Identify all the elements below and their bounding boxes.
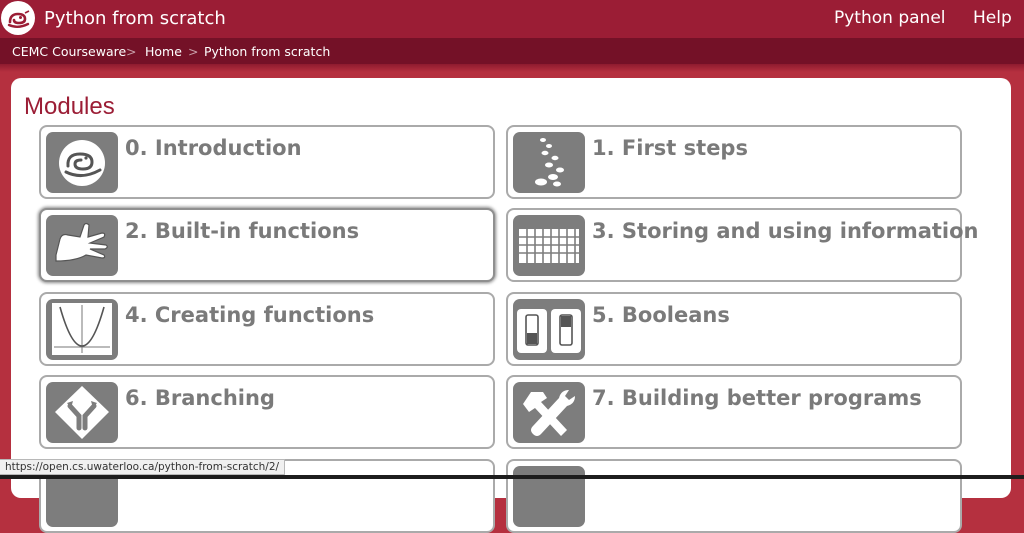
module-label: 0. Introduction — [125, 136, 302, 160]
module-label: 4. Creating functions — [125, 303, 375, 327]
breadcrumb-separator: > — [188, 44, 199, 59]
python-snake-icon — [46, 132, 118, 193]
footprints-icon — [513, 132, 585, 193]
module-card-built-in-functions[interactable]: 2. Built-in functions — [39, 208, 495, 282]
module-card-branching[interactable]: 6. Branching — [39, 375, 495, 449]
grid-table-icon — [513, 215, 585, 276]
module-card-partial[interactable] — [506, 459, 962, 533]
site-title[interactable]: Python from scratch — [44, 8, 226, 29]
fork-road-sign-icon — [46, 382, 118, 443]
header-shadow — [0, 64, 1024, 72]
module-label: 6. Branching — [125, 386, 275, 410]
module-label: 7. Building better programs — [592, 386, 922, 410]
breadcrumb-current-page: Python from scratch — [204, 44, 331, 59]
module-card-booleans[interactable]: 5. Booleans — [506, 292, 962, 366]
breadcrumb-separator: > — [126, 44, 137, 59]
taskbar-strip — [0, 475, 1024, 479]
module-label: 1. First steps — [592, 136, 748, 160]
on-off-switches-icon — [513, 299, 585, 360]
module-card-building-better-programs[interactable]: 7. Building better programs — [506, 375, 962, 449]
hand-icon — [46, 215, 118, 276]
nav-help-link[interactable]: Help — [973, 8, 1012, 28]
breadcrumb: CEMC Courseware > Home > Python from scr… — [0, 38, 1024, 64]
top-nav-bar: Python from scratch Python panel Help — [0, 0, 1024, 38]
breadcrumb-cemc-courseware[interactable]: CEMC Courseware — [12, 44, 126, 59]
module-card-first-steps[interactable]: 1. First steps — [506, 125, 962, 199]
module-label: 5. Booleans — [592, 303, 730, 327]
module-card-introduction[interactable]: 0. Introduction — [39, 125, 495, 199]
modules-heading: Modules — [24, 93, 115, 120]
parabola-graph-icon — [46, 299, 118, 360]
module-label: 2. Built-in functions — [125, 219, 360, 243]
module-card-creating-functions[interactable]: 4. Creating functions — [39, 292, 495, 366]
module-label: 3. Storing and using information — [592, 219, 979, 243]
hammer-wrench-icon — [513, 382, 585, 443]
nav-python-panel-link[interactable]: Python panel — [834, 8, 946, 28]
module-card-storing-and-using-information[interactable]: 3. Storing and using information — [506, 208, 978, 282]
python-logo-icon[interactable] — [1, 1, 35, 35]
browser-status-url: https://open.cs.uwaterloo.ca/python-from… — [0, 459, 286, 475]
breadcrumb-home[interactable]: Home — [145, 44, 182, 59]
